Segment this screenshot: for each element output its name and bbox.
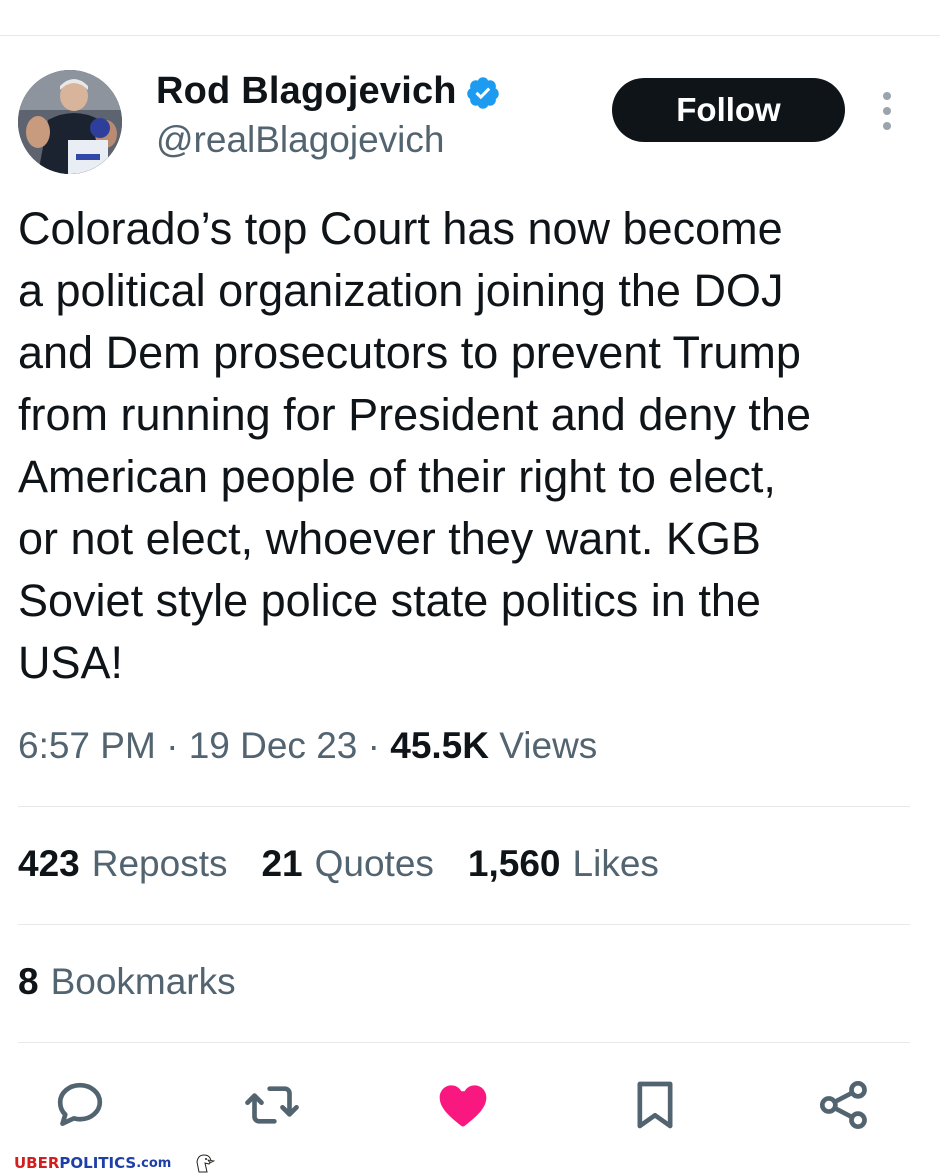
repost-icon xyxy=(245,1086,299,1124)
site-watermark: UBER POLITICS .com xyxy=(14,1152,217,1174)
likes-label: Likes xyxy=(572,843,659,884)
more-options-icon[interactable] xyxy=(878,92,896,130)
tweet-meta: 6:57 PM · 19 Dec 23 · 45.5K Views xyxy=(18,725,597,767)
views-label: Views xyxy=(499,725,598,766)
top-divider xyxy=(0,35,940,36)
author-name-text: Rod Blagojevich xyxy=(156,70,457,112)
reposts-stat[interactable]: 423 Reposts xyxy=(18,843,227,885)
tweet-time[interactable]: 6:57 PM xyxy=(18,725,156,766)
avatar[interactable] xyxy=(18,70,122,174)
quotes-count: 21 xyxy=(261,843,303,884)
repost-button[interactable] xyxy=(242,1075,302,1135)
views-count: 45.5K xyxy=(390,725,489,766)
reply-button[interactable] xyxy=(50,1075,110,1135)
avatar-image xyxy=(18,70,122,174)
author-display-name[interactable]: Rod Blagojevich xyxy=(156,70,501,113)
eagle-logo-icon xyxy=(196,1154,216,1173)
tweet-date[interactable]: 19 Dec 23 xyxy=(189,725,358,766)
verified-badge-icon xyxy=(466,76,499,109)
meta-separator: · xyxy=(166,725,179,766)
tweet-text: Colorado’s top Court has now become a po… xyxy=(18,203,811,688)
reposts-count: 423 xyxy=(18,843,80,884)
reposts-label: Reposts xyxy=(91,843,228,884)
action-bar xyxy=(0,1075,940,1145)
watermark-part-uber: UBER xyxy=(14,1154,60,1172)
like-button[interactable] xyxy=(433,1075,493,1135)
bookmarks-label: Bookmarks xyxy=(50,961,236,1002)
meta-separator: · xyxy=(367,725,380,766)
quotes-label: Quotes xyxy=(314,843,434,884)
share-button[interactable] xyxy=(814,1075,874,1135)
likes-count: 1,560 xyxy=(467,843,561,884)
divider xyxy=(18,1042,910,1043)
author-handle[interactable]: @realBlagojevich xyxy=(156,119,444,161)
quotes-stat[interactable]: 21 Quotes xyxy=(261,843,433,885)
likes-stat[interactable]: 1,560 Likes xyxy=(468,843,659,885)
divider xyxy=(18,806,910,807)
bookmarks-stat[interactable]: 8 Bookmarks xyxy=(18,961,236,1003)
follow-button[interactable]: Follow xyxy=(612,78,845,142)
bookmarks-count: 8 xyxy=(18,961,39,1002)
engagement-stats: 423 Reposts 21 Quotes 1,560 Likes xyxy=(18,843,659,885)
bookmark-icon xyxy=(637,1081,673,1129)
reply-icon xyxy=(57,1082,103,1126)
watermark-part-com: .com xyxy=(136,1155,172,1171)
like-icon xyxy=(439,1085,487,1127)
share-icon xyxy=(819,1080,867,1130)
divider xyxy=(18,924,910,925)
bookmark-button[interactable] xyxy=(625,1075,685,1135)
watermark-part-politics: POLITICS xyxy=(59,1154,137,1172)
